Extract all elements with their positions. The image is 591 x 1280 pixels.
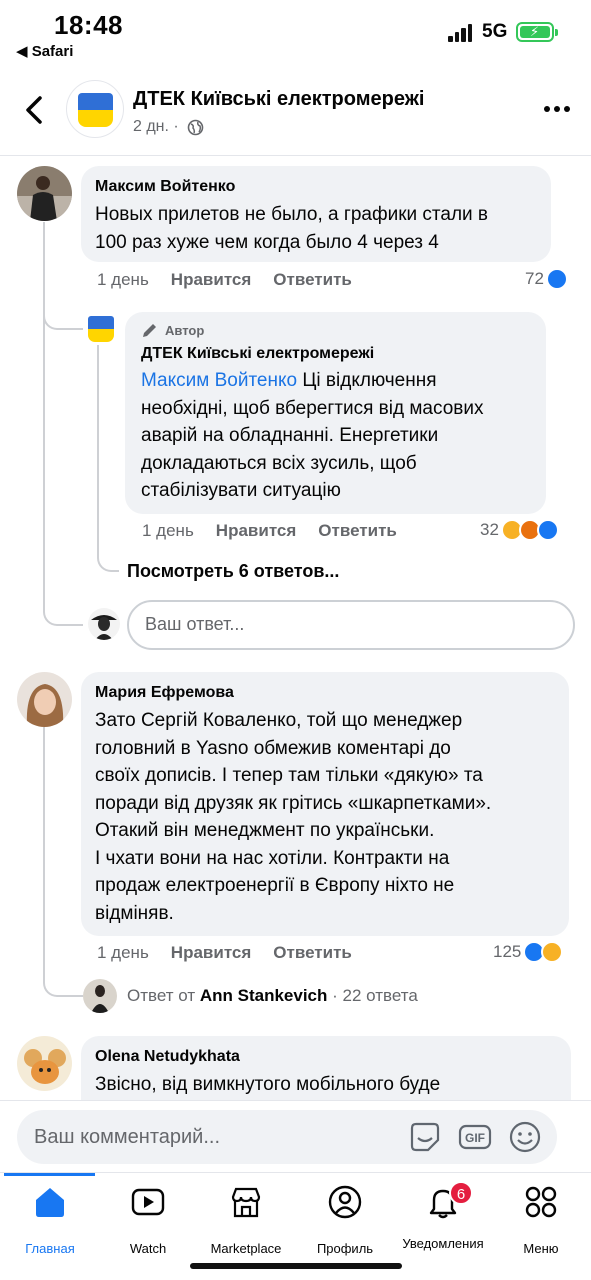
home-indicator xyxy=(190,1263,402,1269)
tab-profile[interactable]: Профиль xyxy=(295,1185,395,1256)
comment-text: Максим Войтенко Ці відключення необхідні… xyxy=(141,370,484,501)
reply-button[interactable]: Ответить xyxy=(273,943,352,963)
comment-composer-bar: Ваш комментарий... GIF xyxy=(0,1100,591,1172)
page-title[interactable]: ДТЕК Київські електромережі xyxy=(133,88,424,111)
comment-bubble: Мария Ефремова Зато Сергій Коваленко, то… xyxy=(81,672,569,936)
sticker-icon[interactable] xyxy=(408,1120,442,1154)
clock: 18:48 xyxy=(54,10,123,40)
signal-icon xyxy=(448,24,474,42)
tab-menu[interactable]: Меню xyxy=(491,1185,591,1256)
tab-watch[interactable]: Watch xyxy=(98,1185,198,1256)
page-avatar-small[interactable] xyxy=(88,316,114,342)
grid-icon xyxy=(525,1186,557,1218)
emoji-icon[interactable] xyxy=(508,1120,542,1154)
notification-badge: 6 xyxy=(449,1181,473,1205)
thread-branch xyxy=(43,600,83,626)
mention-link[interactable]: Максим Войтенко xyxy=(141,370,297,391)
home-icon xyxy=(36,1188,64,1217)
status-bar: 18:48 ◀ Safari 5G ⚡ xyxy=(0,0,591,70)
like-button[interactable]: Нравится xyxy=(171,943,252,963)
comment-time: 1 день xyxy=(97,270,149,289)
replies-summary[interactable]: Ответ от Ann Stankevich · 22 ответа xyxy=(127,986,418,1006)
reaction-summary[interactable]: 32 xyxy=(480,519,559,541)
comment-author[interactable]: Мария Ефремова xyxy=(95,682,555,704)
reaction-count: 72 xyxy=(525,269,544,288)
thread-branch xyxy=(43,955,83,997)
tab-label: Уведомления xyxy=(402,1236,484,1251)
comment-author[interactable]: ДТЕК Київські електромережі xyxy=(141,343,530,365)
comment-text: Новых прилетов не было, а графики стали … xyxy=(95,204,489,253)
thread-line xyxy=(43,222,45,610)
thread-line xyxy=(97,345,99,545)
comment-author[interactable]: Максим Войтенко xyxy=(95,176,537,198)
post-time: 2 дн. · xyxy=(133,118,179,135)
more-options-icon[interactable] xyxy=(544,104,570,114)
back-to-safari[interactable]: ◀ Safari xyxy=(16,42,73,60)
gif-icon[interactable]: GIF xyxy=(458,1120,492,1154)
tab-label: Watch xyxy=(129,1241,167,1256)
svg-text:GIF: GIF xyxy=(465,1131,485,1145)
comment-actions: 1 день Нравится Ответить xyxy=(142,521,397,541)
avatar[interactable] xyxy=(83,979,117,1013)
comment-actions: 1 день Нравится Ответить xyxy=(97,943,352,963)
tab-label: Профиль xyxy=(316,1241,374,1256)
thread-line xyxy=(43,727,45,957)
like-reaction-icon xyxy=(536,519,559,541)
avatar[interactable] xyxy=(17,672,72,727)
comment-time: 1 день xyxy=(142,521,194,540)
comment-placeholder: Ваш комментарий... xyxy=(34,1126,221,1148)
reply-button[interactable]: Ответить xyxy=(318,521,397,541)
reply-input[interactable]: Ваш ответ... xyxy=(127,600,575,650)
tab-notifications[interactable]: 6 Уведомления xyxy=(393,1181,493,1251)
globe-icon xyxy=(187,119,204,135)
like-button[interactable]: Нравится xyxy=(216,521,297,541)
like-button[interactable]: Нравится xyxy=(171,270,252,290)
author-badge: Автор xyxy=(141,322,530,340)
tab-marketplace[interactable]: Marketplace xyxy=(196,1185,296,1256)
reply-button[interactable]: Ответить xyxy=(273,270,352,290)
comment-actions: 1 день Нравится Ответить xyxy=(97,270,352,290)
avatar[interactable] xyxy=(17,166,72,221)
back-arrow-icon[interactable] xyxy=(20,90,50,130)
active-tab-indicator xyxy=(4,1173,95,1176)
thread-branch xyxy=(97,540,119,572)
tab-label: Меню xyxy=(523,1241,559,1256)
tab-label: Marketplace xyxy=(210,1241,282,1256)
avatar[interactable] xyxy=(17,1036,72,1091)
view-replies-link[interactable]: Посмотреть 6 ответов... xyxy=(127,561,339,582)
pencil-icon xyxy=(143,324,156,337)
comment-input[interactable]: Ваш комментарий... GIF xyxy=(17,1110,557,1164)
video-icon xyxy=(131,1188,165,1216)
comment-author[interactable]: Olena Netudykhata xyxy=(95,1046,557,1068)
haha-reaction-icon xyxy=(541,941,564,963)
like-reaction-icon xyxy=(545,268,568,290)
post-meta: 2 дн. · xyxy=(133,118,204,136)
comment-time: 1 день xyxy=(97,943,149,962)
network-label: 5G xyxy=(482,21,508,42)
reaction-summary[interactable]: 125 xyxy=(493,941,564,963)
my-avatar xyxy=(88,608,120,640)
comment-bubble: Максим Войтенко Новых прилетов не было, … xyxy=(81,166,551,262)
author-badge-label: Автор xyxy=(165,323,205,338)
battery-icon: ⚡ xyxy=(516,22,558,42)
comment-text: Зато Сергій Коваленко, той що менеджер г… xyxy=(95,710,492,924)
reaction-summary[interactable]: 72 xyxy=(525,268,568,290)
tab-home[interactable]: Главная xyxy=(0,1185,100,1256)
comment-text: Звісно, від вимкнутого мобільного буде xyxy=(95,1074,441,1095)
shop-icon xyxy=(231,1187,261,1218)
reply-author[interactable]: Ann Stankevich xyxy=(200,986,328,1005)
profile-icon xyxy=(328,1185,362,1219)
reaction-count: 125 xyxy=(493,942,522,961)
tab-label: Главная xyxy=(25,1241,75,1256)
page-avatar[interactable] xyxy=(66,80,124,138)
thread-branch xyxy=(43,300,83,330)
comment-bubble: Автор ДТЕК Київські електромережі Максим… xyxy=(125,312,546,514)
post-header: ДТЕК Київські електромережі 2 дн. · xyxy=(0,72,591,156)
reaction-count: 32 xyxy=(480,520,499,539)
